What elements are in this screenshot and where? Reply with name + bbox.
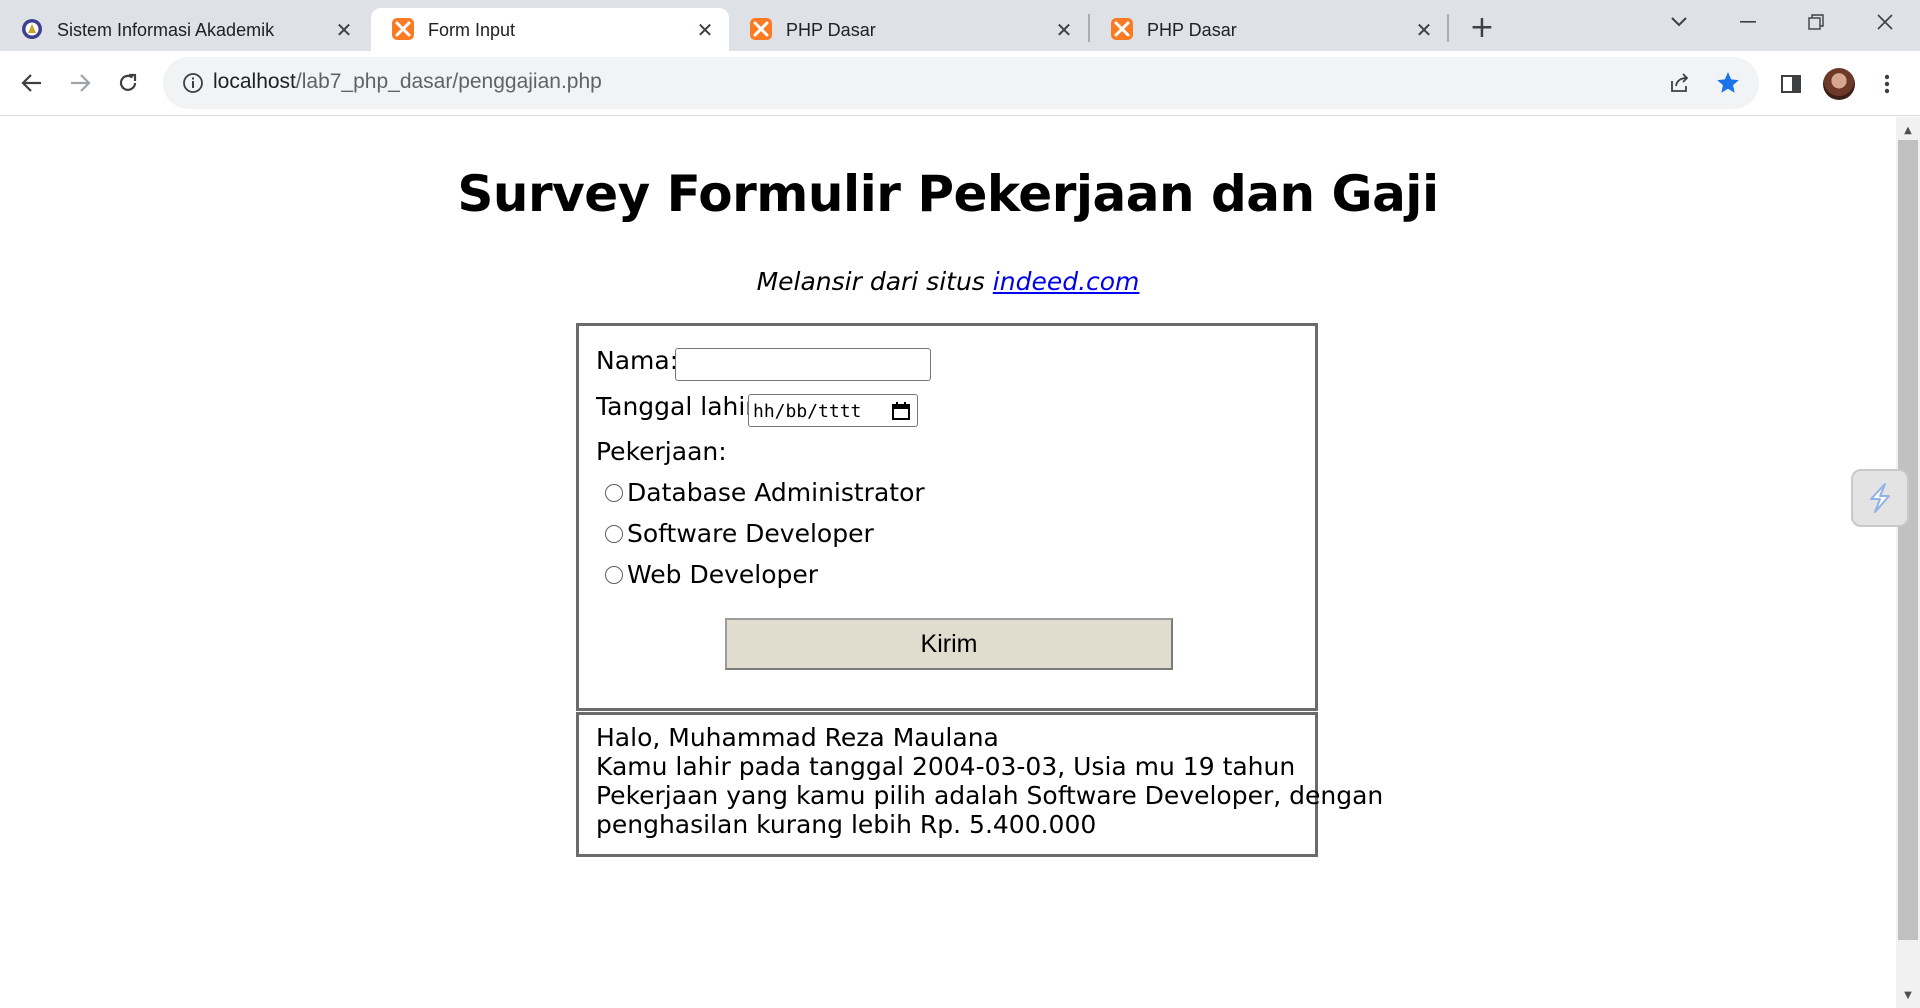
xampp-icon [391, 17, 415, 41]
dob-date-input[interactable]: hh/bb/tttt [748, 394, 918, 427]
browser-toolbar: localhost/lab7_php_dasar/penggajian.php [0, 51, 1920, 116]
radio-button[interactable] [605, 565, 623, 584]
university-logo-icon [20, 17, 44, 41]
job-option-web-developer[interactable]: Web Developer [605, 560, 818, 589]
radio-button[interactable] [605, 524, 623, 543]
menu-kebab-icon[interactable] [1871, 68, 1903, 100]
forward-icon[interactable] [60, 63, 100, 103]
dob-placeholder: hh/bb/tttt [753, 401, 862, 422]
tab-label: PHP Dasar [1147, 20, 1237, 40]
subtitle: Melansir dari situs indeed.com [0, 267, 1896, 296]
url-path: /lab7_php_dasar/penggajian.php [295, 70, 602, 93]
scroll-down-icon[interactable]: ▼ [1896, 984, 1920, 1006]
avatar [1823, 68, 1855, 100]
scroll-up-icon[interactable]: ▲ [1896, 119, 1920, 141]
result-age: Kamu lahir pada tanggal 2004-03-03, Usia… [596, 752, 1296, 781]
job-option-database-administrator[interactable]: Database Administrator [605, 478, 925, 507]
close-tab-icon[interactable]: ✕ [1050, 16, 1078, 44]
back-icon[interactable] [12, 63, 52, 103]
share-icon[interactable] [1660, 69, 1700, 97]
new-tab-button[interactable]: + [1466, 10, 1498, 45]
survey-form: Nama: Tanggal lahir: hh/bb/tttt Pekerjaa… [576, 323, 1318, 711]
side-panel-icon[interactable] [1775, 68, 1807, 100]
tab-sistem-informasi-akademik[interactable]: Sistem Informasi Akademik ✕ [0, 8, 368, 51]
xampp-icon [749, 17, 773, 41]
site-info-icon[interactable] [181, 71, 205, 95]
tab-label: PHP Dasar [786, 20, 876, 40]
url-host: localhost [213, 70, 296, 93]
tab-php-dasar-1[interactable]: PHP Dasar ✕ [729, 8, 1088, 51]
job-label: Pekerjaan: [596, 437, 727, 466]
result-salary: penghasilan kurang lebih Rp. 5.400.000 [596, 810, 1097, 839]
indeed-link[interactable]: indeed.com [993, 267, 1140, 296]
subtitle-text: Melansir dari situs [756, 267, 993, 296]
extension-widget-icon[interactable] [1851, 469, 1909, 527]
tab-search-icon[interactable] [1651, 6, 1707, 38]
radio-label: Web Developer [627, 560, 819, 589]
tab-label: Sistem Informasi Akademik [57, 20, 275, 40]
restore-icon[interactable] [1788, 6, 1844, 38]
close-tab-icon[interactable]: ✕ [691, 16, 719, 44]
result-panel: Halo, Muhammad Reza Maulana Kamu lahir p… [576, 712, 1383, 857]
dob-label: Tanggal lahir: [596, 392, 764, 421]
close-window-icon[interactable] [1857, 6, 1913, 38]
bookmark-star-icon[interactable] [1708, 69, 1748, 97]
radio-label: Database Administrator [627, 478, 925, 507]
url-text: localhost/lab7_php_dasar/penggajian.php [213, 70, 602, 94]
tab-separator [1447, 14, 1449, 42]
page-content: Survey Formulir Pekerjaan dan Gaji Melan… [0, 117, 1896, 1008]
tab-strip: Sistem Informasi Akademik ✕ Form Input ✕… [0, 0, 1920, 51]
calendar-icon[interactable] [891, 401, 911, 421]
radio-label: Software Developer [627, 519, 874, 548]
name-label: Nama: [596, 346, 679, 375]
reload-icon[interactable] [108, 63, 148, 103]
scroll-thumb[interactable] [1898, 140, 1918, 940]
close-tab-icon[interactable]: ✕ [1410, 16, 1438, 44]
close-tab-icon[interactable]: ✕ [330, 16, 358, 44]
result-greeting: Halo, Muhammad Reza Maulana [596, 723, 999, 752]
tab-label: Form Input [428, 20, 516, 40]
xampp-icon [1110, 17, 1134, 41]
tab-form-input[interactable]: Form Input ✕ [371, 8, 729, 51]
radio-button[interactable] [605, 483, 623, 502]
page-title: Survey Formulir Pekerjaan dan Gaji [457, 165, 1439, 223]
name-input[interactable] [675, 348, 931, 381]
profile-avatar[interactable] [1823, 68, 1855, 100]
job-option-software-developer[interactable]: Software Developer [605, 519, 874, 548]
address-bar[interactable]: localhost/lab7_php_dasar/penggajian.php [163, 57, 1759, 109]
result-job: Pekerjaan yang kamu pilih adalah Softwar… [596, 781, 1384, 810]
tab-php-dasar-2[interactable]: PHP Dasar ✕ [1090, 8, 1448, 51]
submit-button[interactable]: Kirim [725, 618, 1173, 670]
minimize-icon[interactable] [1720, 6, 1776, 38]
